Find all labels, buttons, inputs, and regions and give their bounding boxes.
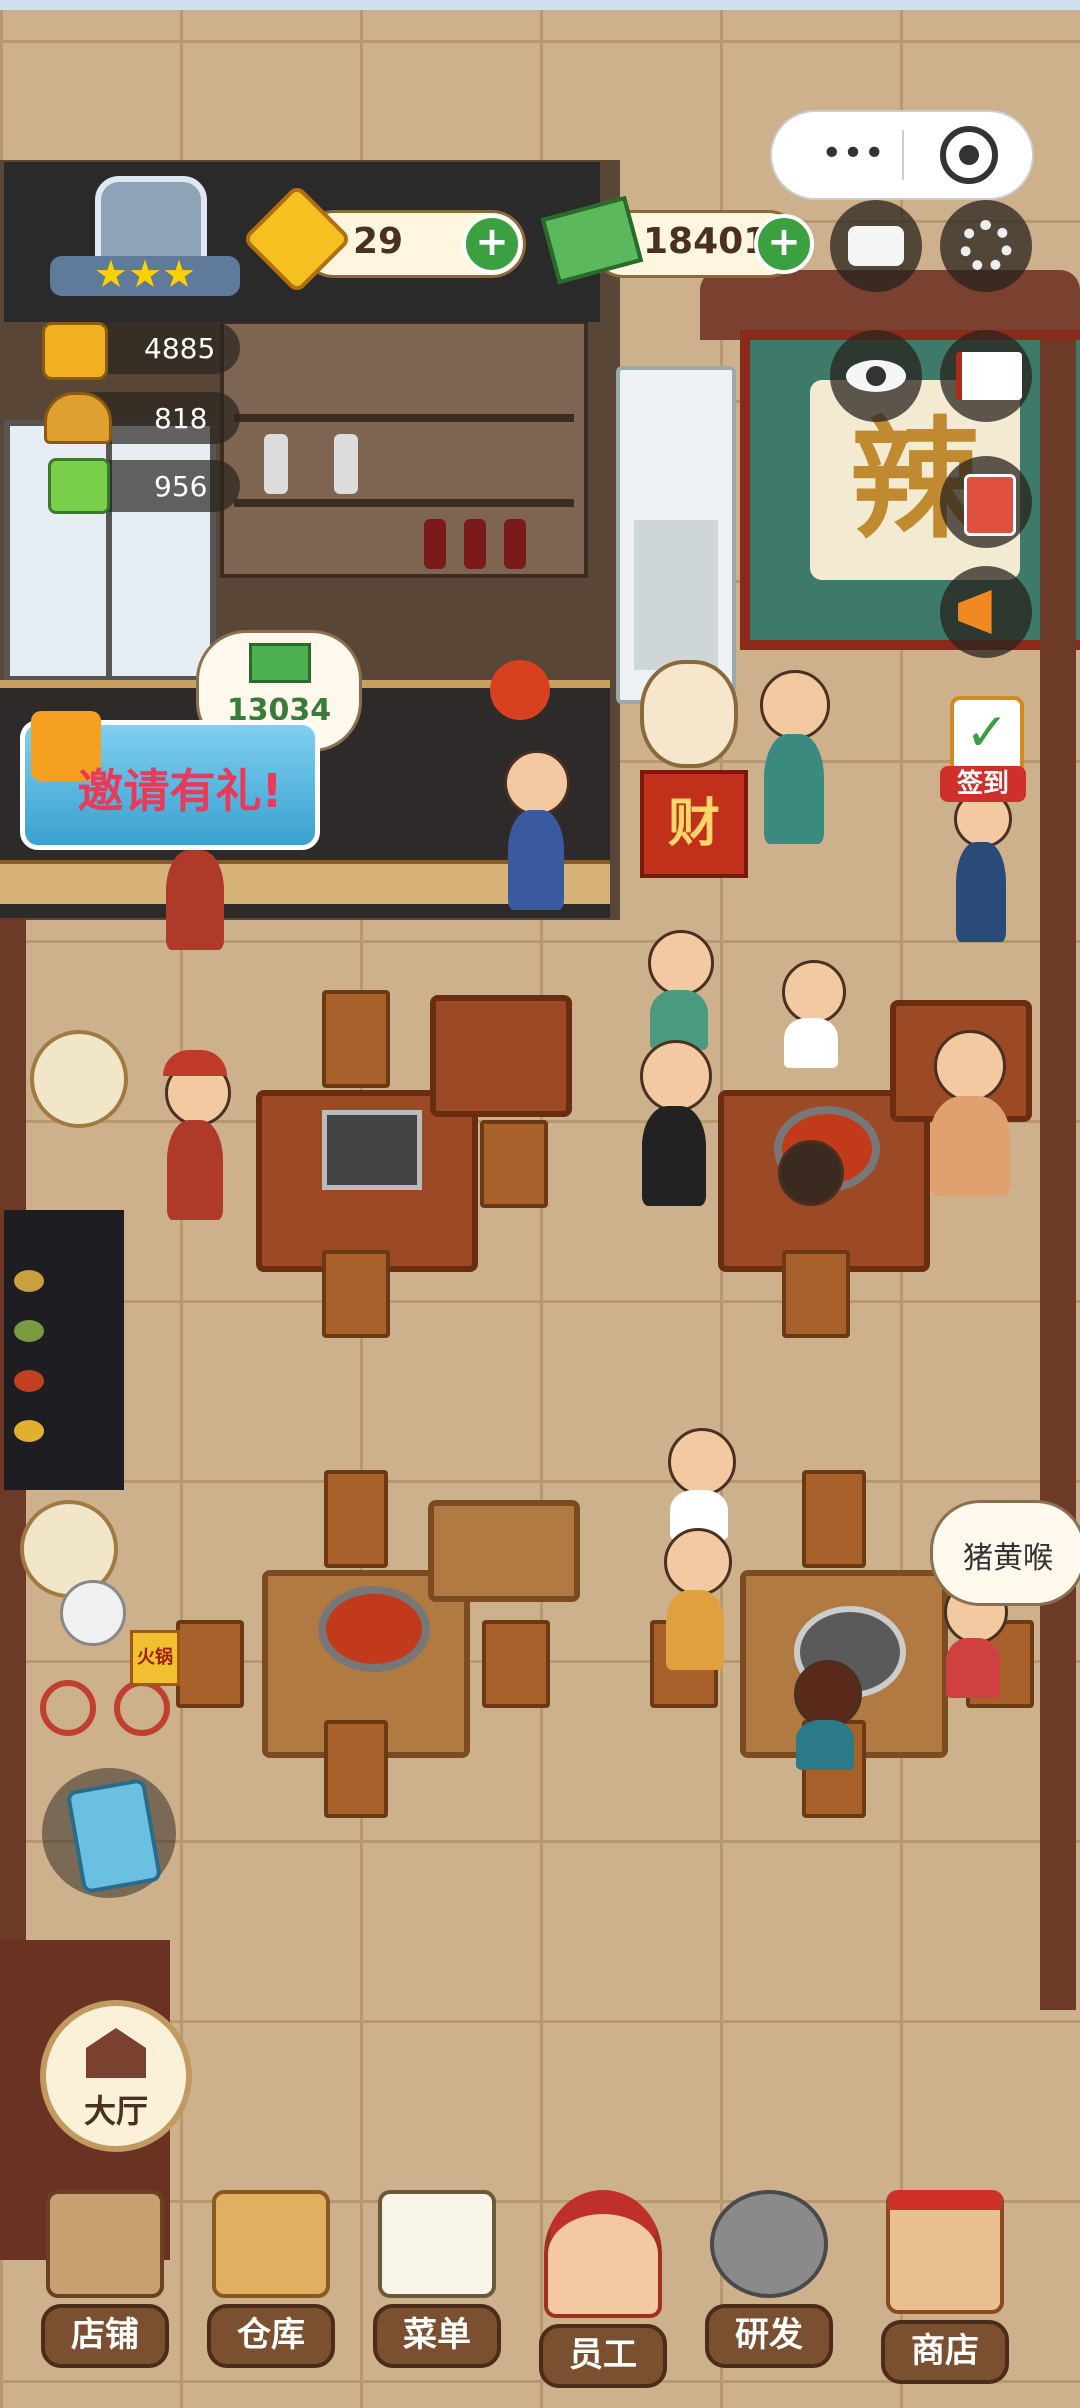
side-table-1 bbox=[430, 995, 572, 1117]
chair bbox=[324, 1720, 388, 1818]
nav-store[interactable]: 店铺 bbox=[30, 2190, 180, 2370]
right-pillar bbox=[1040, 340, 1076, 2010]
nav-label: 研发 bbox=[705, 2304, 833, 2368]
announce-button[interactable] bbox=[940, 566, 1032, 658]
stat-value: 818 bbox=[154, 402, 208, 435]
cash-plate-icon bbox=[48, 458, 110, 514]
add-gems-button[interactable]: + bbox=[462, 214, 522, 274]
chair bbox=[322, 1250, 390, 1338]
wok-icon bbox=[710, 2190, 828, 2298]
checkmark-icon: ✓ bbox=[950, 696, 1024, 774]
waiter-2[interactable] bbox=[160, 840, 230, 960]
customer-back[interactable] bbox=[770, 1140, 850, 1250]
checkin-label: 签到 bbox=[940, 766, 1026, 802]
customer-muscle[interactable] bbox=[920, 1030, 1020, 1210]
customer[interactable] bbox=[640, 930, 720, 1050]
rank-badge[interactable]: ★★★ bbox=[50, 176, 240, 306]
customer[interactable] bbox=[656, 1520, 736, 1680]
chair bbox=[482, 1620, 550, 1708]
nav-label: 仓库 bbox=[207, 2304, 335, 2368]
checkin-button[interactable]: ✓ 签到 bbox=[930, 690, 1040, 810]
settings-button[interactable] bbox=[940, 200, 1032, 292]
status-strip bbox=[0, 0, 1080, 10]
guide-button[interactable] bbox=[940, 330, 1032, 422]
nav-staff[interactable]: 员工 bbox=[528, 2190, 678, 2388]
hotpot-grill bbox=[322, 1110, 422, 1190]
star-icon: ★★★ bbox=[93, 252, 197, 296]
nav-label: 菜单 bbox=[373, 2304, 501, 2368]
boxes-icon bbox=[212, 2190, 330, 2298]
close-miniapp-icon[interactable] bbox=[940, 126, 998, 184]
chair bbox=[480, 1120, 548, 1208]
waiter[interactable] bbox=[950, 790, 1012, 950]
megaphone-icon bbox=[958, 590, 992, 634]
chair bbox=[176, 1620, 244, 1708]
customer-backpack[interactable] bbox=[500, 750, 570, 930]
nav-shop[interactable]: 商店 bbox=[870, 2190, 1020, 2384]
building-icon bbox=[86, 2028, 146, 2078]
dish-cover-icon bbox=[44, 392, 112, 444]
red-book-icon bbox=[964, 474, 1016, 536]
hall-button[interactable]: 大厅 bbox=[40, 2000, 192, 2152]
hall-label: 大厅 bbox=[83, 2092, 148, 2130]
book-question-icon bbox=[956, 352, 1022, 400]
nav-warehouse[interactable]: 仓库 bbox=[196, 2190, 346, 2370]
notes-button[interactable] bbox=[940, 456, 1032, 548]
fortune-box[interactable]: 财 bbox=[640, 770, 748, 878]
sauce-station bbox=[4, 1210, 124, 1490]
chef-waiter[interactable] bbox=[155, 1050, 235, 1230]
liquor-shelf bbox=[220, 320, 588, 578]
camera-button[interactable] bbox=[830, 200, 922, 292]
more-icon[interactable]: ••• bbox=[808, 136, 898, 176]
bottom-nav: 店铺 仓库 菜单 员工 研发 商店 bbox=[0, 2190, 1080, 2390]
storefront-icon bbox=[46, 2190, 164, 2298]
hotpot bbox=[318, 1586, 430, 1672]
delivery-bike[interactable]: 火锅 bbox=[40, 1580, 180, 1736]
gear-icon bbox=[960, 220, 1012, 272]
customer-glasses[interactable] bbox=[630, 1040, 720, 1210]
customer-back[interactable] bbox=[790, 1660, 862, 1770]
side-table-3 bbox=[428, 1500, 580, 1602]
air-conditioner bbox=[616, 366, 736, 704]
order-bubble: 猪黄喉 bbox=[930, 1500, 1080, 1606]
shop-icon bbox=[886, 2190, 1004, 2314]
chair bbox=[322, 990, 390, 1088]
tasks-button[interactable] bbox=[42, 1768, 176, 1898]
cash-value: 18401 bbox=[643, 221, 769, 262]
chair bbox=[324, 1470, 388, 1568]
nav-label: 商店 bbox=[881, 2320, 1009, 2384]
invite-banner[interactable]: 邀请有礼! bbox=[20, 711, 320, 850]
lucky-cat bbox=[640, 660, 738, 768]
nav-label: 店铺 bbox=[41, 2304, 169, 2368]
bike-sign: 火锅 bbox=[130, 1630, 180, 1686]
nav-research[interactable]: 研发 bbox=[694, 2190, 844, 2370]
customer-woman[interactable] bbox=[750, 660, 840, 860]
order-bubble-label: 猪黄喉 bbox=[963, 1541, 1053, 1576]
nav-menu[interactable]: 菜单 bbox=[362, 2190, 512, 2370]
invite-banner-label: 邀请有礼! bbox=[77, 764, 283, 818]
stat-value: 4885 bbox=[144, 332, 216, 365]
miniapp-capsule: ••• bbox=[770, 110, 1034, 200]
cash-icon bbox=[249, 643, 311, 683]
chef-icon bbox=[544, 2190, 662, 2318]
lantern bbox=[490, 660, 550, 720]
chair bbox=[782, 1250, 850, 1338]
eye-icon bbox=[846, 360, 906, 392]
porcelain-jar bbox=[30, 1030, 128, 1128]
stat-value: 956 bbox=[154, 470, 208, 503]
table-1[interactable] bbox=[256, 1090, 478, 1272]
add-cash-button[interactable]: + bbox=[754, 214, 814, 274]
hotpot-icon bbox=[42, 322, 108, 380]
camera-icon bbox=[848, 226, 904, 266]
gems-value: 29 bbox=[353, 221, 404, 262]
view-button[interactable] bbox=[830, 330, 922, 422]
chair bbox=[802, 1470, 866, 1568]
clipboard-icon bbox=[378, 2190, 496, 2298]
nav-label: 员工 bbox=[539, 2324, 667, 2388]
clipboard-icon bbox=[65, 1777, 163, 1895]
customer[interactable] bbox=[776, 960, 846, 1070]
